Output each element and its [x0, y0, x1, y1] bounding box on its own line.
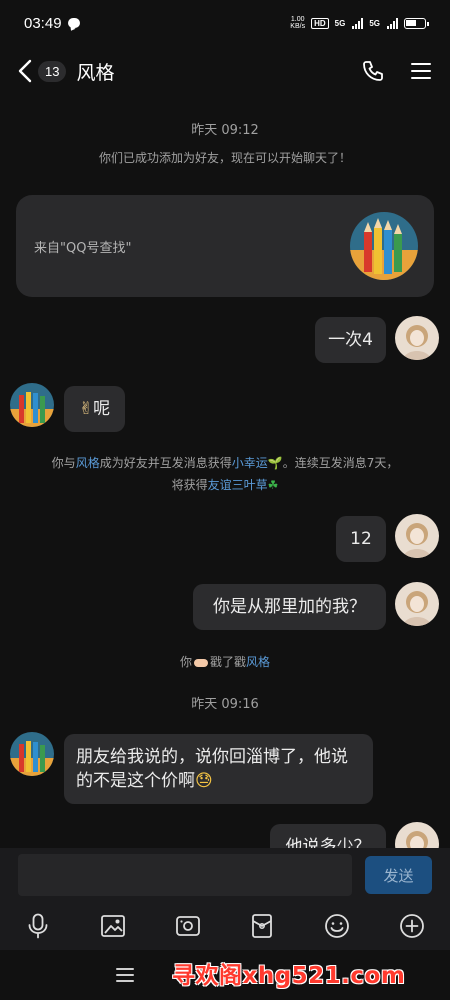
my-avatar[interactable]	[395, 514, 439, 558]
input-toolbar	[0, 902, 450, 950]
outgoing-message[interactable]: 一次4	[315, 317, 386, 363]
chat-message-list[interactable]: 昨天 09:12 你们已成功添加为好友，现在可以开始聊天了！ 来自"QQ号查找"…	[0, 96, 450, 848]
sprout-emoji: 🌱	[267, 456, 283, 470]
outgoing-message[interactable]: 12	[336, 516, 386, 562]
signal-icon	[352, 17, 364, 29]
network-type-label-2: 5G	[369, 18, 380, 28]
system-navigation-bar: 寻欢阁xhg521.com	[0, 950, 450, 1000]
friend-source-card[interactable]: 来自"QQ号查找"	[16, 195, 434, 297]
message-input[interactable]	[18, 854, 352, 896]
chat-header: 13 风格	[0, 46, 450, 96]
outgoing-message[interactable]: 他说多少？	[270, 824, 386, 848]
image-icon[interactable]	[99, 912, 127, 940]
poke-target-link[interactable]: 风格	[246, 655, 270, 669]
status-bar: 03:49 1.00 KB/s HD 5G 5G	[0, 0, 450, 46]
timestamp: 昨天 09:16	[191, 697, 259, 712]
incoming-message[interactable]: 朋友给我说的，说你回淄博了，他说的不是这个价啊😓	[64, 734, 373, 804]
chat-notification-icon	[67, 18, 80, 28]
my-avatar[interactable]	[395, 316, 439, 360]
send-button[interactable]: 发送	[365, 856, 432, 894]
smiley-icon[interactable]	[323, 912, 351, 940]
clover-link[interactable]: 友谊三叶草	[208, 478, 268, 492]
friendship-streak-notice: 你与风格成为好友并互发消息获得小幸运🌱。连续互发消息7天， 将获得友谊三叶草☘	[51, 456, 399, 492]
hamburger-menu-icon[interactable]	[114, 964, 136, 986]
clover-emoji: ☘	[267, 478, 279, 492]
network-type-label: 5G	[334, 18, 346, 28]
status-indicators: 1.00 KB/s HD 5G 5G	[290, 16, 429, 30]
phone-icon[interactable]	[358, 56, 388, 86]
sweat-emoji: 😓	[195, 771, 213, 791]
watermark-text: 寻欢阁xhg521.com	[172, 963, 406, 989]
poke-notice: 你戳了戳风格	[179, 655, 271, 669]
red-packet-icon[interactable]	[248, 912, 276, 940]
little-luck-link[interactable]: 小幸运	[232, 456, 268, 470]
chevron-left-icon[interactable]	[14, 56, 36, 86]
my-avatar[interactable]	[395, 582, 439, 626]
unread-count-badge[interactable]: 13	[38, 60, 67, 82]
camera-icon[interactable]	[174, 912, 202, 940]
battery-icon	[404, 17, 429, 29]
contact-avatar[interactable]	[10, 732, 54, 776]
microphone-icon[interactable]	[24, 912, 52, 940]
system-notice: 你们已成功添加为好友，现在可以开始聊天了！	[98, 151, 351, 165]
source-card-text: 来自"QQ号查找"	[34, 241, 132, 256]
hd-icon: HD	[311, 17, 329, 29]
victory-hand-emoji: ✌	[78, 399, 94, 419]
signal-icon-2	[387, 17, 398, 29]
poke-hand-icon	[193, 658, 208, 667]
my-avatar[interactable]	[395, 822, 439, 848]
message-input-bar: 发送	[0, 848, 450, 902]
network-speed: 1.00 KB/s	[290, 16, 306, 30]
chat-title: 风格	[76, 61, 115, 84]
contact-avatar-large[interactable]	[350, 212, 418, 280]
contact-avatar[interactable]	[10, 383, 54, 427]
timestamp: 昨天 09:12	[191, 123, 259, 138]
status-time: 03:49	[24, 14, 62, 32]
plus-circle-icon[interactable]	[398, 912, 426, 940]
outgoing-message[interactable]: 你是从那里加的我？	[193, 584, 386, 630]
contact-link[interactable]: 风格	[76, 456, 100, 470]
hamburger-menu-icon[interactable]	[406, 56, 436, 86]
incoming-message[interactable]: ✌呢	[64, 386, 125, 432]
